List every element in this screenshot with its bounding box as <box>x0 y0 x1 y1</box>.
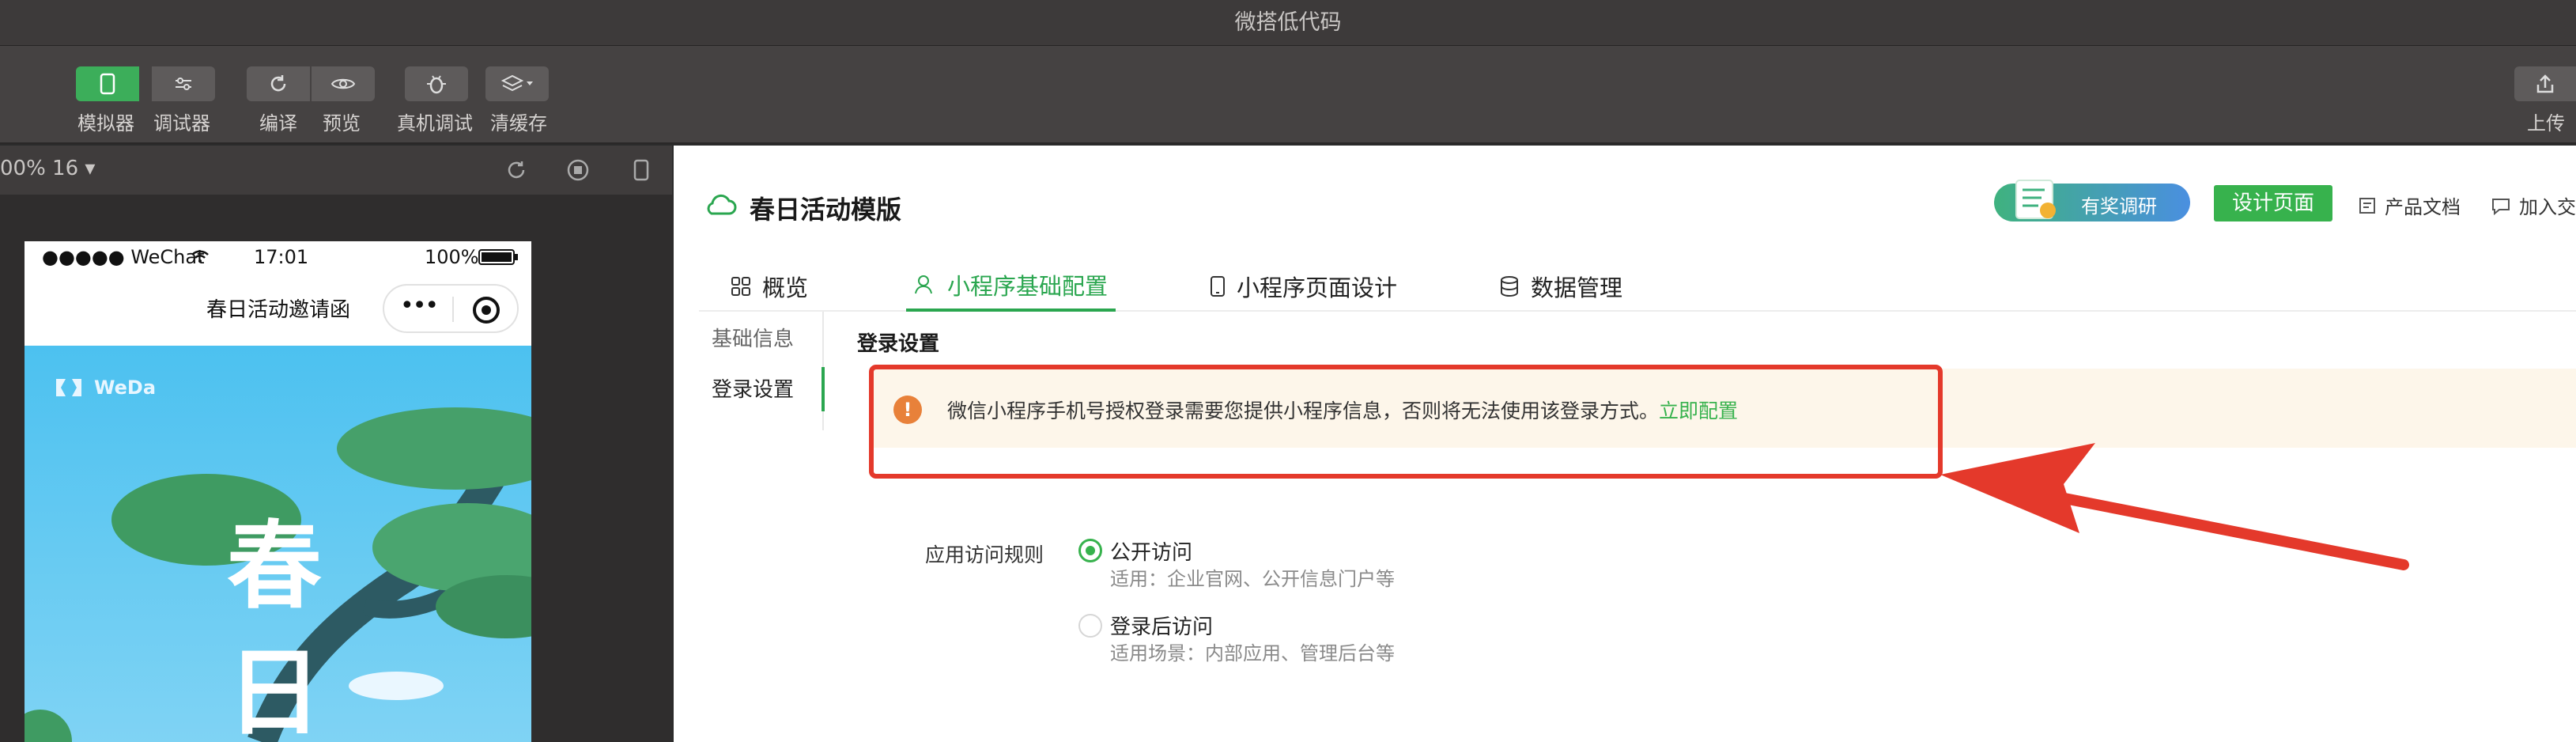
product-docs-label: 产品文档 <box>2385 196 2461 218</box>
simulator-button[interactable] <box>76 66 139 101</box>
upload-label: 上传 <box>2527 112 2565 134</box>
wifi-icon <box>191 250 209 263</box>
bug-icon <box>427 75 446 94</box>
sliders-icon <box>176 78 191 90</box>
tab-miniprogram-config[interactable]: 小程序基础配置 <box>906 261 1116 312</box>
survey-illustration-icon <box>2015 180 2056 219</box>
product-docs-link[interactable]: 产品文档 <box>2358 191 2461 219</box>
banner-char-2: 日 <box>227 638 322 742</box>
document-icon <box>2359 197 2375 214</box>
login-access-title[interactable]: 登录后访问 <box>1110 611 1213 640</box>
capsule-divider <box>452 297 454 322</box>
tab-overview-label: 概览 <box>762 274 809 301</box>
login-access-desc: 适用场景：内部应用、管理后台等 <box>1110 642 1395 664</box>
database-icon <box>1501 276 1518 297</box>
tab-data-management[interactable]: 数据管理 <box>1499 261 1622 312</box>
join-label: 加入交 <box>2519 196 2576 218</box>
chat-icon <box>2492 198 2510 215</box>
alert-message: 微信小程序手机号授权登录需要您提供小程序信息，否则将无法使用该登录方式。立即配置 <box>947 396 1738 424</box>
survey-button[interactable]: 有奖调研 <box>1994 180 2190 221</box>
compile-button[interactable] <box>247 66 310 101</box>
phone-simulator[interactable]: ●●●●● WeChat 17:01 100% 春日活动邀请函 ••• WeDa… <box>25 241 531 742</box>
carrier-text: ●●●●● WeChat <box>42 246 205 268</box>
more-icon[interactable]: ••• <box>400 292 439 320</box>
user-icon <box>915 275 932 294</box>
refresh-icon <box>270 75 286 92</box>
compile-label: 编译 <box>259 112 297 134</box>
app-title: 春日活动模版 <box>750 195 902 225</box>
battery-icon <box>478 249 518 265</box>
device-icon[interactable] <box>628 157 655 184</box>
config-sidenav: 基础信息 登录设置 <box>674 312 825 742</box>
warning-icon: ! <box>893 396 922 424</box>
public-access-desc: 适用：企业官网、公开信息门户等 <box>1110 568 1395 590</box>
survey-label: 有奖调研 <box>2081 195 2157 218</box>
main-panel: 春日活动模版 有奖调研 设计页面 产品文档 加入交 概览 小程序基础配置 小程序… <box>674 146 2576 742</box>
sidenav-active-indicator <box>822 367 825 411</box>
tab-page-design[interactable]: 小程序页面设计 <box>1210 261 1397 312</box>
access-rule-label: 应用访问规则 <box>925 543 1044 566</box>
weda-logo-icon <box>56 379 81 396</box>
weda-logo: WeDa <box>53 376 156 399</box>
window-title: 微搭低代码 <box>1234 10 1342 35</box>
banner-char-1: 春 <box>227 512 322 622</box>
eye-icon <box>330 78 356 89</box>
stop-icon[interactable] <box>565 157 591 184</box>
tab-page-design-label: 小程序页面设计 <box>1237 274 1398 301</box>
phone-time: 17:01 <box>254 246 309 268</box>
main-tabs: 概览 小程序基础配置 小程序页面设计 数据管理 <box>699 261 2576 312</box>
alert-text: 微信小程序手机号授权登录需要您提供小程序信息，否则将无法使用该登录方式。 <box>947 399 1660 422</box>
miniprogram-capsule[interactable]: ••• <box>383 284 519 333</box>
debugger-button[interactable] <box>152 66 215 101</box>
close-miniprogram-icon[interactable] <box>473 297 500 324</box>
clear-cache-button[interactable] <box>485 66 549 101</box>
spring-banner: WeDa 春 日 <box>25 346 531 742</box>
battery-percent: 100% <box>425 246 479 268</box>
warning-alert: ! 微信小程序手机号授权登录需要您提供小程序信息，否则将无法使用该登录方式。立即… <box>871 369 2576 448</box>
phone-page-title: 春日活动邀请函 <box>206 298 351 322</box>
design-page-button[interactable]: 设计页面 <box>2214 185 2332 221</box>
tab-overview[interactable]: 概览 <box>731 261 808 312</box>
phone-statusbar: ●●●●● WeChat 17:01 100% <box>25 241 531 273</box>
window-titlebar: 微搭低代码 <box>0 0 2576 46</box>
public-access-radio[interactable] <box>1078 539 1102 562</box>
device-debug-label: 真机调试 <box>397 112 473 134</box>
sidenav-item-basic-info[interactable]: 基础信息 <box>712 323 794 352</box>
main-toolbar: 模拟器 调试器 编译 预览 真机调试 清缓存 上传 <box>0 46 2576 144</box>
layers-icon <box>500 74 533 92</box>
preview-label: 预览 <box>323 112 361 134</box>
simulator-label: 模拟器 <box>77 112 134 134</box>
upload-button[interactable] <box>2514 66 2576 101</box>
weda-logo-text: WeDa <box>94 377 157 399</box>
device-debug-button[interactable] <box>405 66 468 101</box>
simulator-header: 00% 16 ▾ <box>0 146 672 195</box>
clear-cache-label: 清缓存 <box>490 112 547 134</box>
grid-icon <box>731 277 750 296</box>
rotate-icon[interactable] <box>503 157 530 184</box>
tab-miniprogram-config-label: 小程序基础配置 <box>947 273 1109 300</box>
preview-button[interactable] <box>312 66 375 101</box>
login-access-radio[interactable] <box>1078 614 1102 638</box>
zoom-select[interactable]: 00% 16 ▾ <box>0 157 95 180</box>
upload-icon <box>2536 74 2554 93</box>
phone-icon <box>100 73 115 95</box>
public-access-title[interactable]: 公开访问 <box>1110 536 1192 566</box>
phone-icon <box>1211 276 1225 297</box>
sidenav-item-login-settings[interactable]: 登录设置 <box>712 373 794 403</box>
section-title: 登录设置 <box>857 332 940 356</box>
cloud-icon <box>707 194 737 215</box>
configure-now-link[interactable]: 立即配置 <box>1659 399 1738 422</box>
phone-navbar: 春日活动邀请函 ••• <box>25 273 531 346</box>
join-link[interactable]: 加入交 <box>2491 191 2576 219</box>
tab-data-management-label: 数据管理 <box>1531 274 1623 301</box>
debugger-label: 调试器 <box>153 112 210 134</box>
